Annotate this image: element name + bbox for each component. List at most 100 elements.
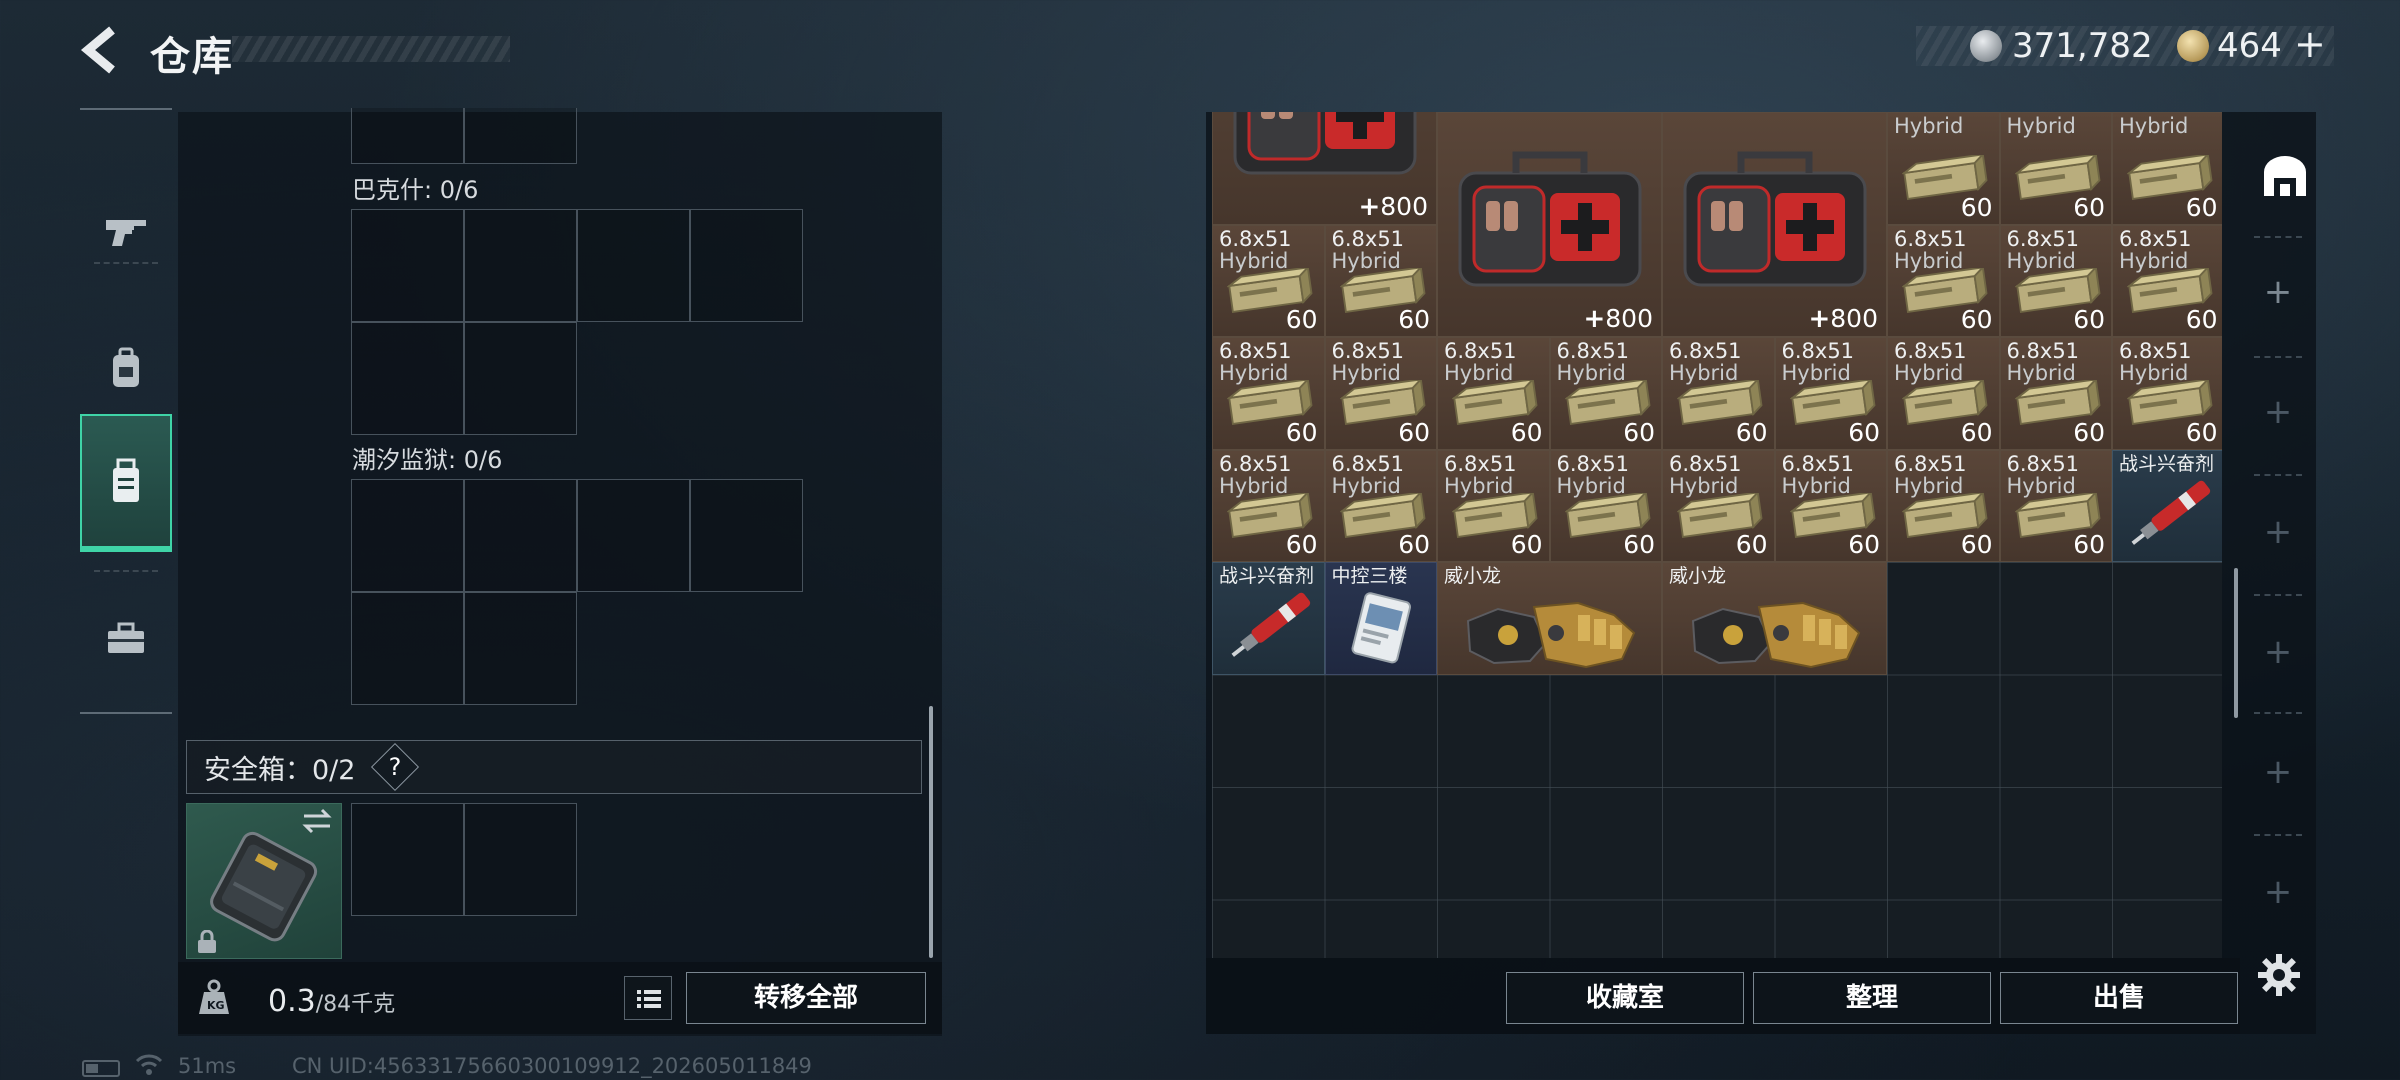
grid-slot[interactable]: [464, 479, 577, 592]
ammo-count: 60: [2073, 192, 2105, 222]
nav-toolbox[interactable]: [80, 590, 172, 686]
ammo-item[interactable]: 6.8x51Hybrid60: [1887, 337, 2000, 450]
ammo-item[interactable]: 6.8x51Hybrid60: [1999, 449, 2112, 562]
stimulant-item[interactable]: 战斗兴奋剂: [2112, 449, 2222, 562]
medkit-count: +800: [1358, 191, 1428, 222]
grid-slot[interactable]: [351, 479, 464, 592]
ammo-item[interactable]: 6.8x51Hybrid60: [1774, 449, 1887, 562]
ammo-count: 60: [1285, 417, 1318, 447]
back-button[interactable]: [78, 24, 122, 76]
ammo-item[interactable]: 6.8x51Hybrid60: [2112, 337, 2222, 450]
grid-label-bakshi: 巴克什: 0/6: [352, 176, 479, 204]
ammo-item[interactable]: 6.8x51Hybrid60: [1887, 112, 2000, 225]
nav-vest[interactable]: [80, 414, 172, 552]
ammo-item[interactable]: 6.8x51Hybrid60: [1324, 337, 1437, 450]
add-gold-button[interactable]: +: [2294, 22, 2326, 66]
house-icon: [2264, 156, 2306, 196]
keycard-item[interactable]: 中控三楼: [1324, 562, 1437, 675]
medkit-item[interactable]: +800: [1437, 112, 1662, 337]
stash-scrollbar[interactable]: [2234, 568, 2238, 718]
ammo-item[interactable]: 6.8x51Hybrid60: [1212, 337, 1325, 450]
grid-slot[interactable]: [351, 592, 464, 705]
grid-slot[interactable]: [351, 322, 464, 435]
ammo-count: 60: [1510, 530, 1543, 559]
add-tab-button[interactable]: +: [2240, 512, 2316, 552]
list-view-button[interactable]: [624, 976, 672, 1020]
ammo-item[interactable]: 6.8x51Hybrid60: [1549, 449, 1662, 562]
ammo-caliber: 6.8x51: [1894, 226, 1967, 251]
ammo-item[interactable]: 6.8x51Hybrid60: [2112, 112, 2222, 225]
gold-coin-icon: [2177, 30, 2209, 62]
medkit-item[interactable]: +800: [1212, 112, 1437, 225]
toolbox-icon: [108, 622, 144, 653]
ammo-item[interactable]: 6.8x51Hybrid60: [1324, 449, 1437, 562]
ammo-item[interactable]: 6.8x51Hybrid60: [1887, 449, 2000, 562]
add-tab-button[interactable]: +: [2240, 632, 2316, 672]
ammo-count: 60: [2185, 192, 2218, 222]
add-tab-button[interactable]: +: [2240, 872, 2316, 912]
ammo-count: 60: [1623, 530, 1655, 559]
organize-button[interactable]: 整理: [1753, 972, 1991, 1024]
stimulant-item[interactable]: 战斗兴奋剂: [1212, 562, 1325, 675]
add-tab-button[interactable]: +: [2240, 392, 2316, 432]
ammo-item[interactable]: 6.8x51Hybrid60: [1437, 337, 1550, 450]
grid-slot[interactable]: [577, 209, 690, 322]
swap-icon[interactable]: [300, 806, 334, 836]
grid-slot[interactable]: [464, 322, 577, 435]
medkit-item[interactable]: +800: [1662, 112, 1887, 337]
safe-slot[interactable]: [464, 803, 577, 916]
sell-button[interactable]: 出售: [2000, 972, 2238, 1024]
stash-tabs: + + + + + +: [2240, 112, 2316, 952]
medkit-count: +800: [1583, 304, 1653, 334]
transfer-all-button[interactable]: 转移全部: [686, 972, 926, 1024]
ammo-item[interactable]: 6.8x51Hybrid60: [1999, 337, 2112, 450]
settings-button[interactable]: [2256, 952, 2302, 998]
ammo-caliber: 6.8x51: [2006, 339, 2080, 363]
item-name: 战斗兴奋剂: [2119, 452, 2215, 475]
ammo-item[interactable]: 6.8x51Hybrid60: [1212, 224, 1325, 337]
safe-slot[interactable]: [351, 803, 464, 916]
gauntlet-item[interactable]: 威小龙: [1662, 562, 1887, 675]
ammo-count: 60: [1960, 417, 1993, 447]
ammo-item[interactable]: 6.8x51Hybrid60: [1662, 337, 1775, 450]
help-button[interactable]: ?: [378, 750, 412, 784]
grid-slot[interactable]: [690, 209, 803, 322]
stash-tab-main[interactable]: [2260, 154, 2310, 204]
ammo-caliber: 6.8x51: [1444, 339, 1517, 363]
ammo-item[interactable]: 6.8x51Hybrid60: [1324, 224, 1437, 337]
add-tab-button[interactable]: +: [2240, 272, 2316, 312]
vest-icon: [113, 458, 139, 502]
grid-slot[interactable]: [351, 108, 464, 164]
ammo-item[interactable]: 6.8x51Hybrid60: [1774, 337, 1887, 450]
ammo-item[interactable]: 6.8x51Hybrid60: [1212, 449, 1325, 562]
grid-slot[interactable]: [351, 209, 464, 322]
ammo-item[interactable]: 6.8x51Hybrid60: [1887, 224, 2000, 337]
grid-slot[interactable]: [464, 209, 577, 322]
ammo-count: 60: [1398, 305, 1430, 334]
gauntlet-item[interactable]: 威小龙: [1437, 562, 1662, 675]
ammo-item[interactable]: 6.8x51Hybrid60: [1999, 112, 2112, 225]
ammo-caliber: 6.8x51: [1894, 451, 1967, 476]
ammo-item[interactable]: 6.8x51Hybrid60: [1437, 449, 1550, 562]
grid-slot[interactable]: [577, 479, 690, 592]
ammo-item[interactable]: 6.8x51Hybrid60: [1999, 224, 2112, 337]
ammo-count: 60: [1848, 417, 1880, 447]
grid-slot[interactable]: [464, 592, 577, 705]
left-scrollbar[interactable]: [929, 706, 933, 958]
uid-readout: CN UID:4563317566030010991​2_20260501184…: [292, 1054, 812, 1078]
grid-slot[interactable]: [690, 479, 803, 592]
ammo-item[interactable]: 6.8x51Hybrid60: [1662, 449, 1775, 562]
nav-backpack[interactable]: [80, 308, 172, 428]
ammo-caliber: 6.8x51: [1781, 339, 1855, 363]
gold-amount: 464: [2217, 26, 2282, 66]
collection-room-button[interactable]: 收藏室: [1506, 972, 1744, 1024]
ammo-caliber: 6.8x51: [1669, 451, 1742, 476]
add-tab-button[interactable]: +: [2240, 752, 2316, 792]
nav-weapon[interactable]: [80, 162, 172, 300]
ammo-item[interactable]: 6.8x51Hybrid60: [2112, 224, 2222, 337]
list-icon: [637, 990, 661, 1008]
grid-slot[interactable]: [464, 108, 577, 164]
ping-readout: 51ms: [178, 1054, 237, 1078]
ammo-count: 60: [1960, 192, 1993, 222]
ammo-item[interactable]: 6.8x51Hybrid60: [1549, 337, 1662, 450]
